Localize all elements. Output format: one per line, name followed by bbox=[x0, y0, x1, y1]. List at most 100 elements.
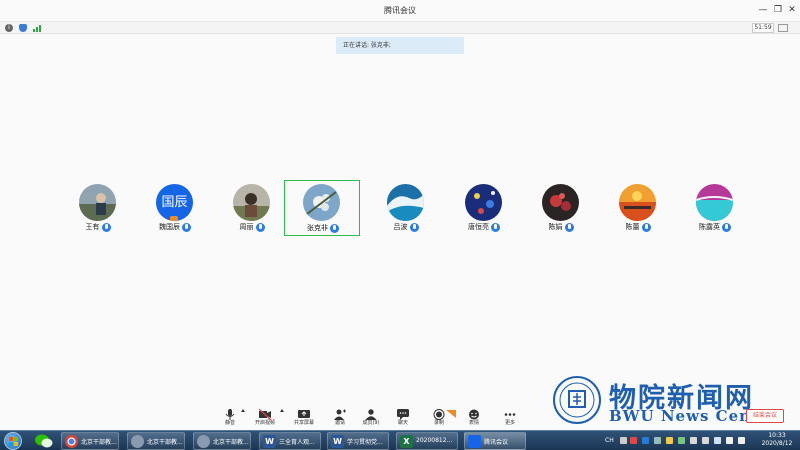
tray-app-icon[interactable] bbox=[702, 437, 709, 444]
layout-toggle-icon[interactable] bbox=[778, 24, 788, 32]
end-meeting-button[interactable]: 结束会议 bbox=[746, 409, 784, 423]
start-button[interactable] bbox=[4, 432, 22, 450]
taskbar-item-browser-3[interactable]: 北京干部教... bbox=[193, 432, 251, 450]
microphone-icon bbox=[255, 222, 265, 232]
record-icon bbox=[433, 405, 445, 420]
participant-tile[interactable]: 吕波 bbox=[368, 180, 444, 236]
smile-icon bbox=[468, 405, 480, 420]
input-language[interactable]: CH bbox=[605, 437, 614, 444]
host-badge bbox=[170, 216, 178, 221]
new-badge-icon bbox=[446, 403, 456, 418]
windows-taskbar: 北京干部教... 北京干部教... 北京干部教... W 三全育人观... W … bbox=[0, 430, 800, 450]
bluetooth-icon[interactable] bbox=[642, 437, 649, 444]
participant-gallery: 王有 国辰 魏国辰 周丽 张克非 吕波 唐恒亮 陈娟 陈蕾 陈露英 bbox=[60, 180, 740, 240]
participant-name: 唐恒亮 bbox=[468, 223, 489, 231]
participant-name: 陈娟 bbox=[548, 223, 563, 231]
microphone-icon bbox=[101, 222, 111, 232]
invite-button[interactable]: 邀请 bbox=[325, 405, 355, 429]
members-icon bbox=[365, 405, 377, 420]
participant-tile[interactable]: 陈蕾 bbox=[600, 180, 676, 236]
network-icon[interactable] bbox=[654, 437, 661, 444]
participant-tile[interactable]: 唐恒亮 bbox=[446, 180, 522, 236]
avatar bbox=[619, 184, 656, 221]
signal-icon[interactable] bbox=[33, 24, 43, 32]
participant-name: 张克非 bbox=[307, 224, 328, 232]
video-off-icon bbox=[258, 405, 272, 421]
participant-name: 陈露英 bbox=[699, 223, 720, 231]
mute-options-caret[interactable] bbox=[241, 409, 245, 412]
signal-tray-icon[interactable] bbox=[714, 437, 721, 444]
microphone-icon bbox=[409, 222, 419, 232]
info-icon[interactable]: i bbox=[5, 24, 13, 32]
browser-icon bbox=[131, 435, 144, 448]
avatar bbox=[387, 184, 424, 221]
microphone-icon bbox=[182, 222, 191, 232]
reactions-button[interactable]: 表情 bbox=[459, 405, 489, 429]
participant-tile[interactable]: 国辰 魏国辰 bbox=[137, 180, 213, 236]
share-screen-button[interactable]: 共享屏幕 bbox=[289, 405, 319, 429]
participant-name: 魏国辰 bbox=[159, 223, 180, 231]
chrome-icon bbox=[65, 435, 78, 448]
avatar bbox=[233, 184, 270, 221]
system-tray: CH bbox=[605, 433, 755, 449]
participant-tile[interactable]: 陈露英 bbox=[677, 180, 753, 236]
avatar bbox=[696, 184, 733, 221]
microphone-icon bbox=[564, 222, 574, 232]
tray-app-icon[interactable] bbox=[678, 437, 685, 444]
minimize-button[interactable]: — bbox=[756, 3, 770, 17]
taskbar-item-chrome[interactable]: 北京干部教... bbox=[61, 432, 119, 450]
taskbar-item-word-1[interactable]: W 三全育人观... bbox=[259, 432, 321, 450]
maximize-button[interactable]: ❐ bbox=[771, 3, 785, 17]
tray-app-icon[interactable] bbox=[630, 437, 637, 444]
participant-tile[interactable]: 陈娟 bbox=[523, 180, 599, 236]
add-user-icon bbox=[334, 405, 346, 420]
browser-icon bbox=[197, 435, 210, 448]
meeting-info-bar: i 51:59 bbox=[0, 22, 800, 34]
avatar bbox=[303, 184, 340, 221]
participant-tile[interactable]: 王有 bbox=[60, 180, 136, 236]
microphone-icon bbox=[641, 222, 651, 232]
more-button[interactable]: 更多 bbox=[495, 405, 525, 429]
system-clock[interactable]: 10:33 2020/8/12 bbox=[756, 432, 798, 447]
security-icon[interactable] bbox=[666, 437, 673, 444]
participant-name: 陈蕾 bbox=[625, 223, 640, 231]
windows-logo-icon bbox=[9, 437, 18, 446]
video-button[interactable]: 开启视频 bbox=[250, 405, 280, 429]
window-title: 腾讯会议 bbox=[384, 6, 416, 15]
shield-icon[interactable] bbox=[19, 24, 27, 32]
word-icon: W bbox=[263, 435, 276, 448]
microphone-icon bbox=[491, 222, 500, 232]
sound-icon[interactable] bbox=[738, 437, 745, 444]
video-options-caret[interactable] bbox=[280, 409, 284, 412]
participant-name: 王有 bbox=[85, 223, 100, 231]
speaking-indicator: 正在讲话: 张克非; bbox=[336, 37, 464, 54]
chat-icon bbox=[397, 405, 409, 420]
avatar bbox=[542, 184, 579, 221]
help-icon[interactable] bbox=[620, 437, 627, 444]
avatar bbox=[465, 184, 502, 221]
wechat-icon[interactable] bbox=[33, 433, 55, 449]
meeting-timer: 51:59 bbox=[752, 23, 774, 33]
chat-button[interactable]: 聊天 bbox=[388, 405, 418, 429]
excel-icon: X bbox=[400, 435, 413, 448]
word-icon: W bbox=[331, 435, 344, 448]
microphone-icon bbox=[224, 405, 236, 420]
share-screen-icon bbox=[298, 405, 310, 418]
participant-tile-active[interactable]: 张克非 bbox=[284, 180, 360, 236]
title-bar: 腾讯会议 — ❐ ✕ bbox=[0, 0, 800, 22]
taskbar-item-tencent-meeting[interactable]: 腾讯会议 bbox=[464, 432, 526, 450]
members-button[interactable]: 成员(9) bbox=[356, 405, 386, 429]
taskbar-item-word-2[interactable]: W 学习贯彻党... bbox=[327, 432, 389, 450]
participant-tile[interactable]: 周丽 bbox=[214, 180, 290, 236]
volume-icon[interactable] bbox=[726, 437, 733, 444]
close-button[interactable]: ✕ bbox=[785, 3, 799, 17]
tencent-meeting-icon bbox=[468, 435, 481, 448]
meeting-toolbar: 静音 开启视频 共享屏幕 邀请 成员(9) 聊天 录制 表情 更多 bbox=[0, 403, 800, 430]
microphone-icon bbox=[330, 223, 339, 233]
avatar bbox=[79, 184, 116, 221]
taskbar-item-excel[interactable]: X 20200812... bbox=[396, 432, 458, 450]
taskbar-item-browser-2[interactable]: 北京干部教... bbox=[127, 432, 185, 450]
microphone-icon bbox=[722, 222, 731, 232]
participant-name: 吕波 bbox=[393, 223, 408, 231]
tray-app-icon[interactable] bbox=[690, 437, 697, 444]
